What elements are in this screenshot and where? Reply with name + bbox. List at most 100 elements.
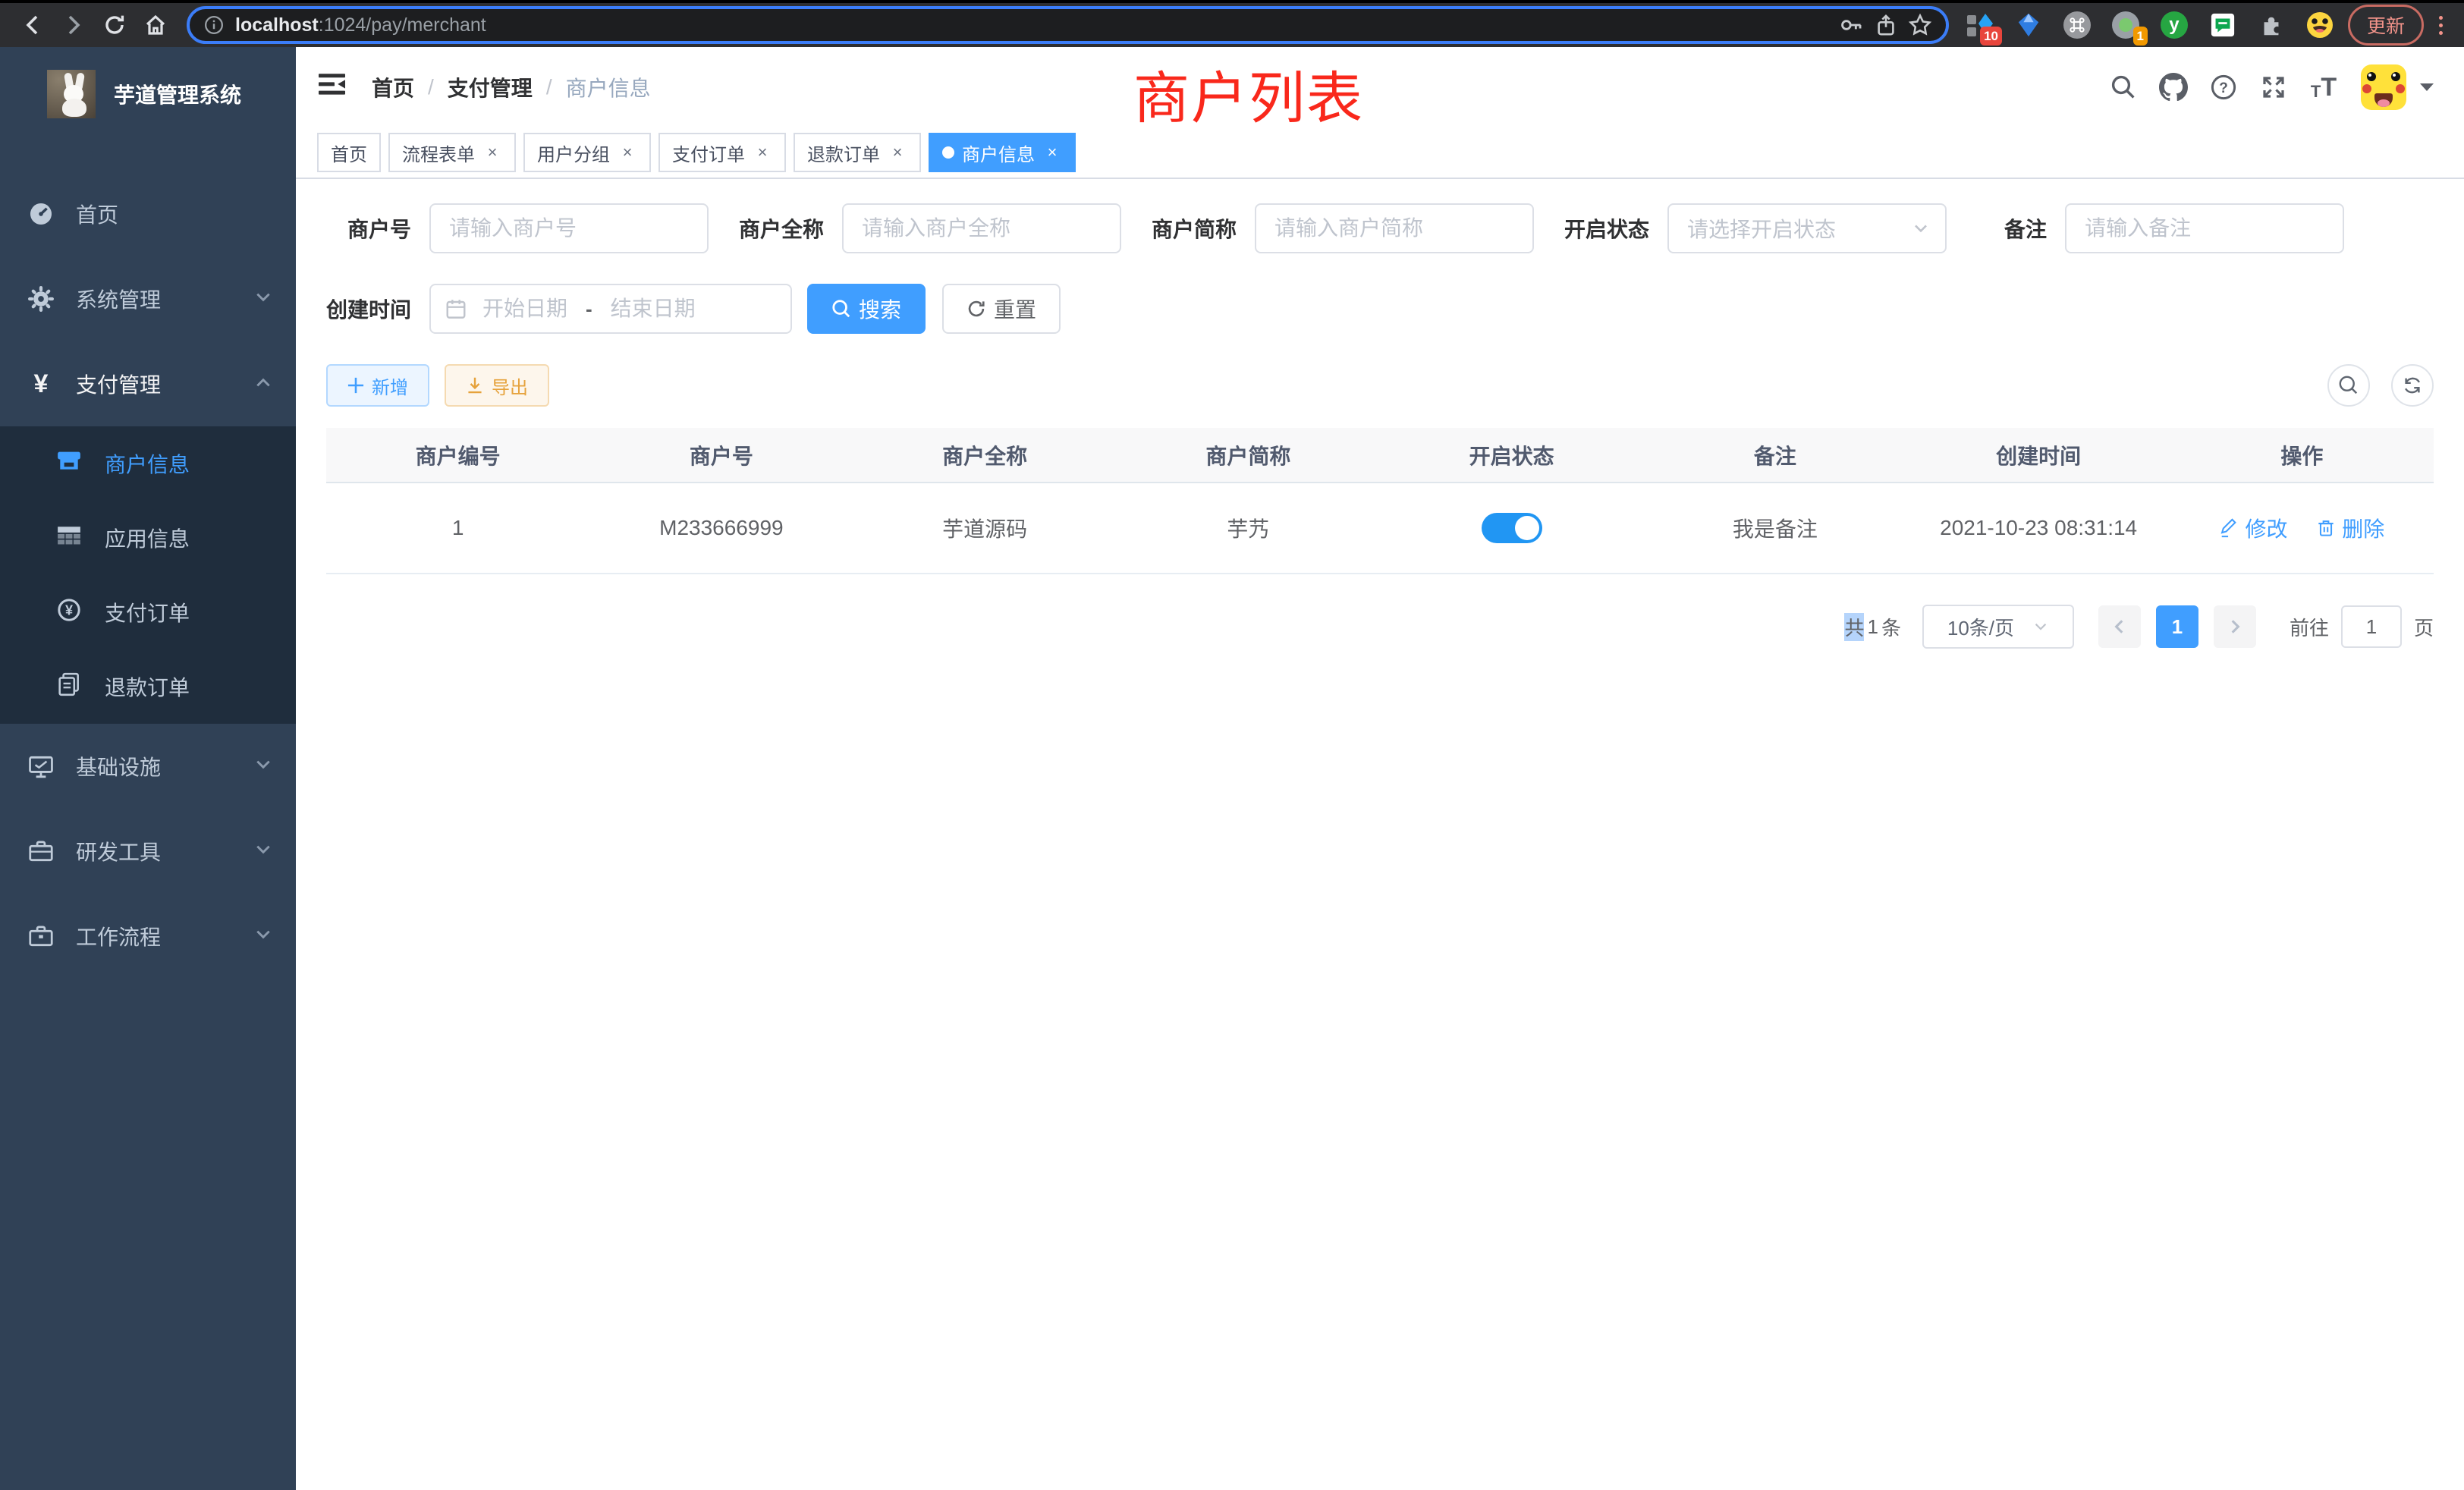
sidebar-item-workflow[interactable]: 工作流程	[0, 894, 296, 979]
tab-refund-order[interactable]: 退款订单×	[794, 133, 921, 172]
close-icon[interactable]: ×	[753, 143, 772, 162]
reload-button[interactable]	[94, 5, 135, 46]
next-page-button[interactable]	[2214, 605, 2256, 648]
browser-menu-icon[interactable]	[2439, 16, 2443, 35]
hide-search-button[interactable]	[2327, 364, 2370, 407]
add-button[interactable]: 新增	[326, 364, 429, 407]
reset-button[interactable]: 重置	[942, 284, 1061, 334]
search-button[interactable]: 搜索	[807, 284, 926, 334]
end-date-input[interactable]	[596, 297, 711, 321]
fullscreen-icon[interactable]	[2249, 75, 2299, 99]
delete-link[interactable]: 删除	[2316, 513, 2384, 543]
pagination: 共1条 10条/页 1	[326, 605, 2434, 649]
chevron-up-icon	[255, 372, 272, 396]
sidebar-item-app-info[interactable]: 应用信息	[0, 501, 296, 575]
yen-icon: ¥	[27, 369, 55, 399]
gauge-icon	[27, 201, 55, 227]
toolbox-icon	[27, 838, 55, 864]
forward-arrow-icon	[61, 13, 86, 37]
toolbox-icon	[27, 923, 55, 949]
share-icon[interactable]	[1875, 14, 1897, 36]
sidebar-item-home[interactable]: 首页	[0, 171, 296, 256]
prev-page-button[interactable]	[2098, 605, 2141, 648]
tab-user-group[interactable]: 用户分组×	[523, 133, 651, 172]
bookmark-star-icon[interactable]	[1908, 13, 1932, 37]
url-bar[interactable]: localhost:1024/pay/merchant	[187, 6, 1949, 44]
goto-unit: 页	[2414, 613, 2434, 641]
sidebar-item-merchant-info[interactable]: 商户信息	[0, 426, 296, 501]
status-toggle[interactable]	[1482, 513, 1542, 543]
chevron-down-icon	[255, 754, 272, 778]
sidebar-item-infra[interactable]: 基础设施	[0, 724, 296, 809]
goto-label: 前往	[2290, 613, 2329, 641]
page-1-button[interactable]: 1	[2156, 605, 2198, 648]
close-icon[interactable]: ×	[482, 143, 502, 162]
extension-grid-icon[interactable]: 10	[1966, 11, 1994, 39]
tab-home[interactable]: 首页	[317, 133, 381, 172]
close-icon[interactable]: ×	[888, 143, 907, 162]
extension-chat-icon[interactable]	[2208, 11, 2237, 39]
tab-process-form[interactable]: 流程表单×	[388, 133, 516, 172]
pay-submenu: 商户信息 应用信息 ¥ 支付订单	[0, 426, 296, 724]
font-size-icon[interactable]: TT	[2299, 74, 2349, 100]
tab-merchant-info[interactable]: 商户信息×	[929, 133, 1076, 172]
breadcrumb-current: 商户信息	[566, 72, 651, 102]
chevron-down-icon	[1912, 219, 1930, 237]
github-icon[interactable]	[2148, 73, 2198, 102]
extension-command-icon[interactable]	[2063, 11, 2092, 39]
goto-page-input[interactable]	[2341, 605, 2402, 648]
tab-pay-order[interactable]: 支付订单×	[658, 133, 786, 172]
close-icon[interactable]: ×	[618, 143, 637, 162]
sidebar: 芋道管理系统 首页 系统管理 ¥ 支付管	[0, 47, 296, 1490]
sidebar-item-pay-order[interactable]: ¥ 支付订单	[0, 575, 296, 649]
sidebar-item-refund-order[interactable]: 退款订单	[0, 649, 296, 724]
date-range-picker[interactable]: -	[429, 284, 792, 334]
info-icon[interactable]	[203, 14, 225, 36]
short-name-label: 商户简称	[1152, 213, 1237, 244]
full-name-label: 商户全称	[739, 213, 824, 244]
cell-id: 1	[326, 483, 589, 574]
active-dot	[942, 146, 954, 159]
trash-icon	[2316, 518, 2336, 538]
extension-emoji-icon[interactable]	[2305, 11, 2334, 39]
short-name-input[interactable]	[1255, 203, 1534, 253]
forward-button[interactable]	[53, 5, 94, 46]
full-name-input[interactable]	[842, 203, 1121, 253]
merchant-no-label: 商户号	[326, 213, 411, 244]
status-select[interactable]: 请选择开启状态	[1667, 203, 1947, 253]
browser-update-button[interactable]: 更新	[2348, 5, 2424, 46]
extension-record-icon[interactable]: 1	[2111, 11, 2140, 39]
sidebar-item-pay[interactable]: ¥ 支付管理	[0, 341, 296, 426]
home-button[interactable]	[135, 5, 176, 46]
app-title: 芋道管理系统	[114, 79, 241, 109]
chevron-down-icon	[255, 924, 272, 948]
page-size-select[interactable]: 10条/页	[1922, 605, 2074, 649]
close-icon[interactable]: ×	[1042, 143, 1062, 162]
cell-status	[1380, 483, 1643, 574]
avatar[interactable]	[2361, 64, 2406, 110]
chevron-down-icon	[255, 839, 272, 863]
extension-kite-icon[interactable]	[2014, 11, 2043, 39]
sidebar-item-dev-tools[interactable]: 研发工具	[0, 809, 296, 894]
help-icon[interactable]: ?	[2198, 74, 2249, 101]
sidebar-item-system[interactable]: 系统管理	[0, 256, 296, 341]
breadcrumb-pay[interactable]: 支付管理	[448, 72, 533, 102]
refresh-table-button[interactable]	[2391, 364, 2434, 407]
back-button[interactable]	[12, 5, 53, 46]
hamburger-icon[interactable]	[319, 70, 347, 105]
sidebar-logo[interactable]: 芋道管理系统	[0, 47, 296, 141]
avatar-caret-icon[interactable]	[2420, 83, 2434, 91]
key-icon[interactable]	[1840, 13, 1864, 37]
extension-y-icon[interactable]: y	[2160, 11, 2189, 39]
plus-icon	[347, 377, 364, 394]
edit-link[interactable]: 修改	[2219, 513, 2287, 543]
merchant-table: 商户编号 商户号 商户全称 商户简称 开启状态 备注 创建时间 操作 1	[326, 428, 2434, 574]
remark-input[interactable]	[2065, 203, 2344, 253]
header-search-icon[interactable]	[2098, 74, 2148, 100]
export-button[interactable]: 导出	[445, 364, 549, 407]
extension-puzzle-icon[interactable]	[2257, 11, 2286, 39]
table-grid-icon	[56, 523, 82, 554]
merchant-no-input[interactable]	[429, 203, 709, 253]
start-date-input[interactable]	[467, 297, 583, 321]
breadcrumb-home[interactable]: 首页	[372, 72, 414, 102]
